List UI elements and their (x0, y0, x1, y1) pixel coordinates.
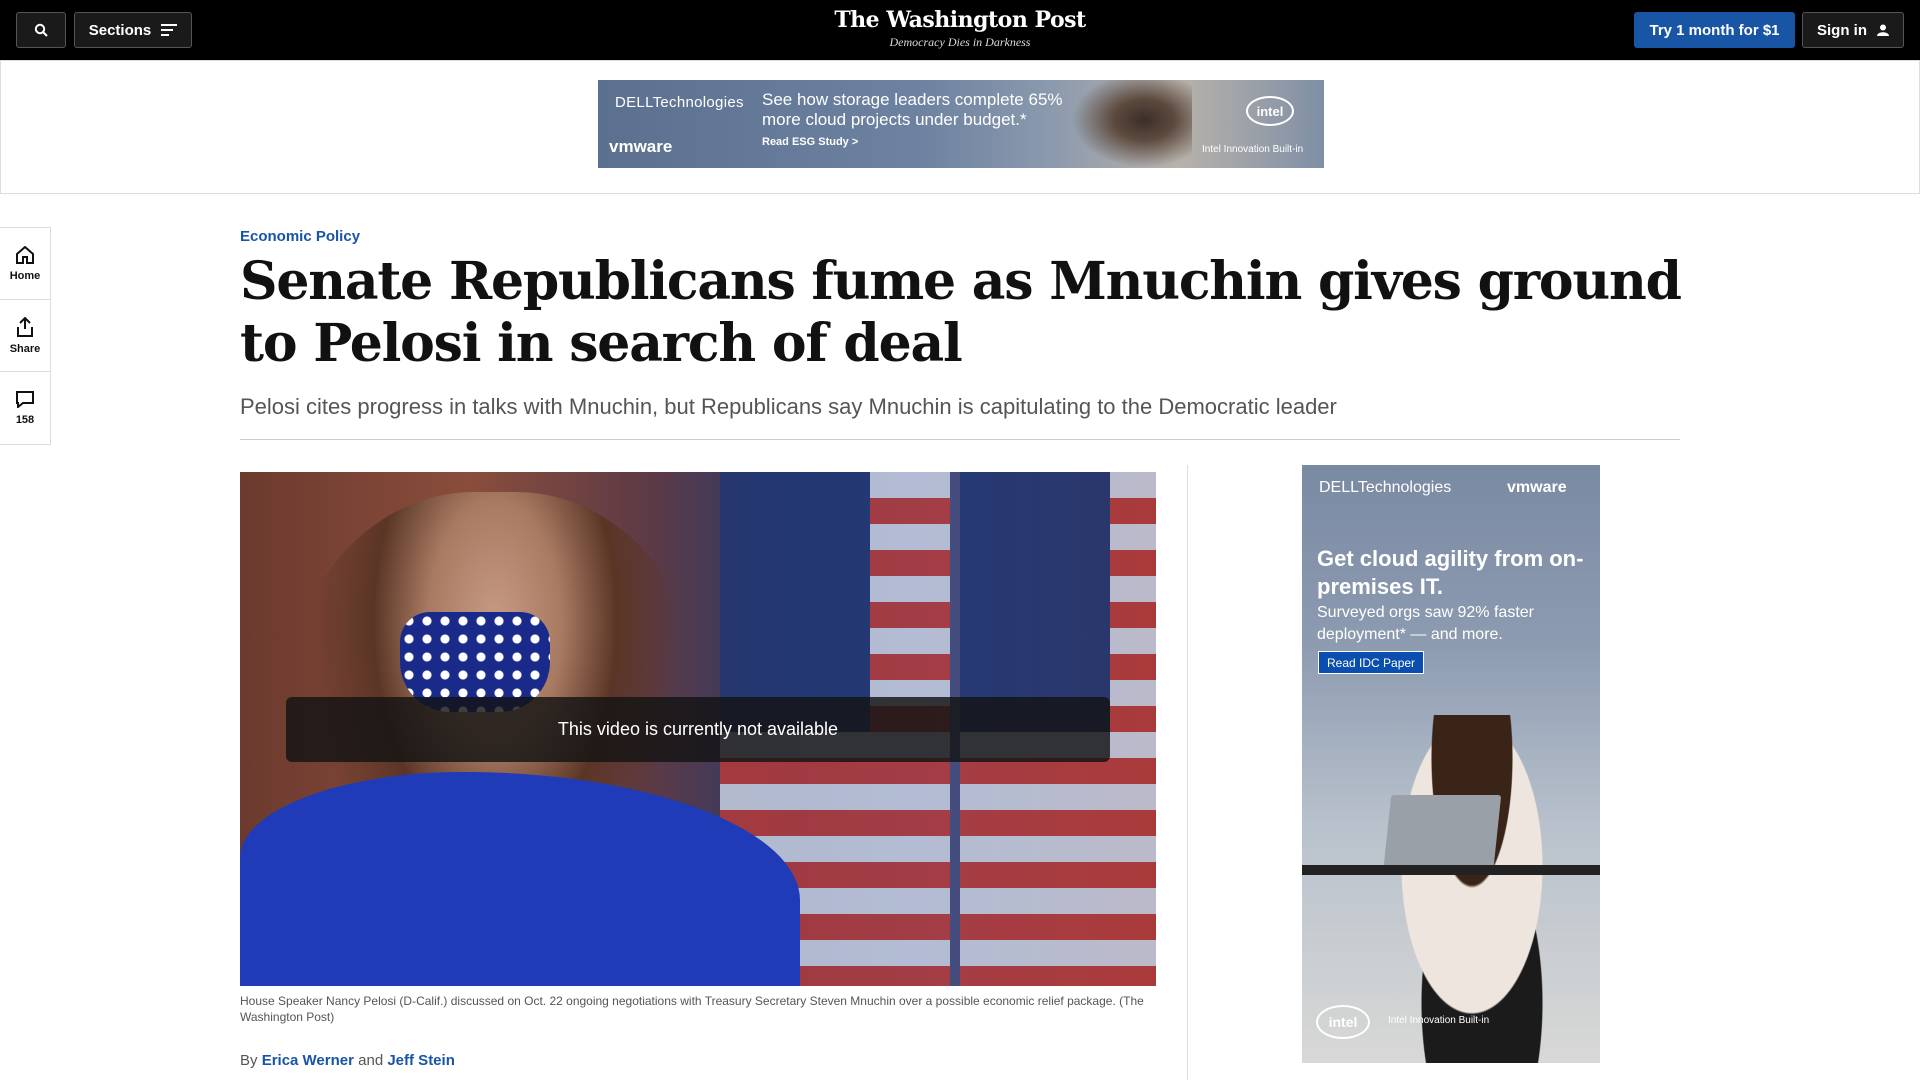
ad-brand-logo: DELLTechnologies (615, 94, 744, 111)
comment-icon (16, 391, 34, 408)
top-navigation-bar: Sections The Washington Post Democracy D… (0, 0, 1920, 60)
video-caption: House Speaker Nancy Pelosi (D-Calif.) di… (240, 994, 1144, 1024)
share-button[interactable]: Share (0, 300, 50, 372)
video-unavailable-message: This video is currently not available (286, 697, 1110, 762)
table-image (1302, 865, 1600, 875)
search-icon (34, 23, 48, 37)
subscribe-button[interactable]: Try 1 month for $1 (1634, 12, 1795, 48)
sign-in-button[interactable]: Sign in (1802, 12, 1904, 48)
leaderboard-ad[interactable]: DELLTechnologies vmware See how storage … (598, 80, 1324, 168)
laptop-image (1382, 795, 1502, 875)
byline-prefix: By (240, 1052, 258, 1069)
sections-label: Sections (88, 21, 152, 39)
article-headline: Senate Republicans fume as Mnuchin gives… (240, 251, 1682, 374)
byline: By Erica Werner and Jeff Stein (240, 1052, 455, 1069)
left-action-rail: Home Share 158 (0, 227, 51, 445)
ad-headline: Get cloud agility from on-premises IT. (1317, 546, 1584, 599)
sidebar-ad[interactable]: DELLTechnologies vmware Get cloud agilit… (1302, 465, 1600, 1063)
ad-intel-tagline: Intel Innovation Built-in (1202, 144, 1304, 155)
ad-brand-logo: DELLTechnologies (1319, 479, 1452, 496)
share-icon (17, 316, 33, 337)
sections-menu-button[interactable]: Sections (74, 12, 192, 48)
masthead-logo[interactable]: The Washington Post Democracy Dies in Da… (760, 6, 1160, 50)
column-divider (1187, 465, 1188, 1080)
ad-partner-logo: vmware (1507, 479, 1567, 496)
comments-button[interactable]: 158 (0, 372, 50, 444)
author-link-1[interactable]: Erica Werner (262, 1052, 354, 1069)
share-label: Share (9, 342, 41, 355)
ad-partner-logo: vmware (609, 137, 673, 156)
author-link-2[interactable]: Jeff Stein (387, 1052, 455, 1069)
hamburger-icon (161, 24, 178, 36)
section-kicker[interactable]: Economic Policy (240, 228, 360, 245)
sign-in-label: Sign in (1817, 21, 1867, 39)
intel-logo: intel (1316, 1005, 1370, 1039)
ad-cta-button[interactable]: Read IDC Paper (1318, 651, 1425, 674)
home-icon (16, 245, 34, 264)
ad-cta-link[interactable]: Read ESG Study > (762, 136, 858, 148)
article-dek: Pelosi cites progress in talks with Mnuc… (240, 394, 1337, 419)
ad-subheadline: Surveyed orgs saw 92% faster deployment*… (1317, 604, 1534, 643)
leaderboard-ad-container: DELLTechnologies vmware See how storage … (0, 60, 1920, 194)
video-player[interactable]: This video is currently not available (240, 472, 1156, 986)
search-button[interactable] (16, 12, 66, 48)
masthead-title: The Washington Post (834, 7, 1086, 33)
ad-photo (1372, 715, 1572, 1063)
byline-and: and (358, 1052, 384, 1069)
headline-divider (240, 439, 1680, 440)
home-button[interactable]: Home (0, 228, 50, 300)
home-label: Home (9, 269, 41, 282)
ad-headline: See how storage leaders complete 65% mor… (762, 90, 1063, 129)
user-icon (1877, 24, 1889, 36)
masthead-tagline: Democracy Dies in Darkness (889, 35, 1031, 49)
comments-count: 158 (15, 414, 35, 426)
ad-intel-tagline: Intel Innovation Built-in (1388, 1015, 1490, 1026)
intel-logo: intel (1246, 96, 1294, 126)
ad-photo (1072, 80, 1192, 168)
